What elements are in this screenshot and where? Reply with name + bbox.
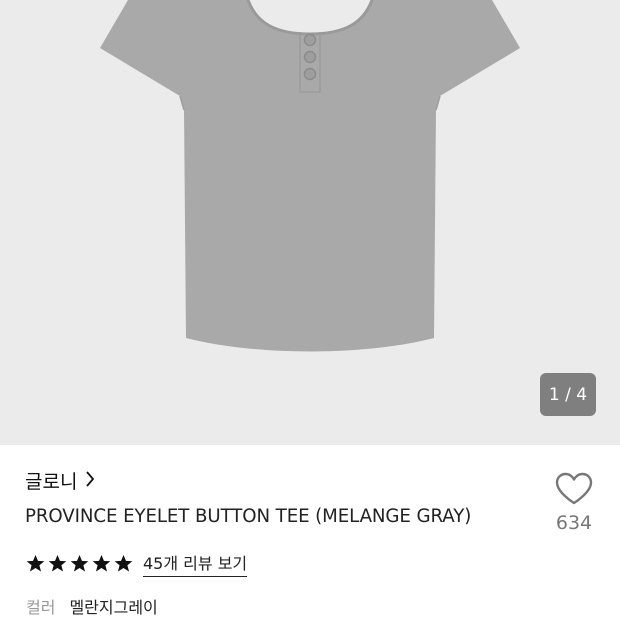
product-title: PROVINCE EYELET BUTTON TEE (MELANGE GRAY… [25, 506, 472, 527]
star-icon [70, 554, 89, 572]
star-icon [48, 554, 67, 572]
rating-stars [26, 554, 133, 573]
reviews-link[interactable]: 45개 리뷰 보기 [143, 550, 248, 577]
color-value: 멜란지그레이 [69, 598, 158, 617]
star-icon [92, 554, 111, 572]
like-button[interactable]: 634 [547, 472, 601, 534]
chevron-right-icon [85, 470, 95, 492]
brand-name: 글로니 [25, 471, 78, 493]
star-icon [26, 554, 45, 572]
rating-row: 45개 리뷰 보기 [26, 550, 248, 577]
color-option: 컬러 멜란지그레이 [26, 594, 158, 618]
image-page-counter: 1 / 4 [540, 373, 596, 416]
product-image-gallery[interactable]: 1 / 4 [0, 0, 620, 445]
product-image [100, 0, 520, 352]
color-label: 컬러 [26, 598, 56, 617]
star-icon [114, 554, 133, 572]
like-count: 634 [555, 512, 593, 534]
brand-link[interactable]: 글로니 [25, 467, 95, 494]
heart-icon [555, 472, 593, 505]
